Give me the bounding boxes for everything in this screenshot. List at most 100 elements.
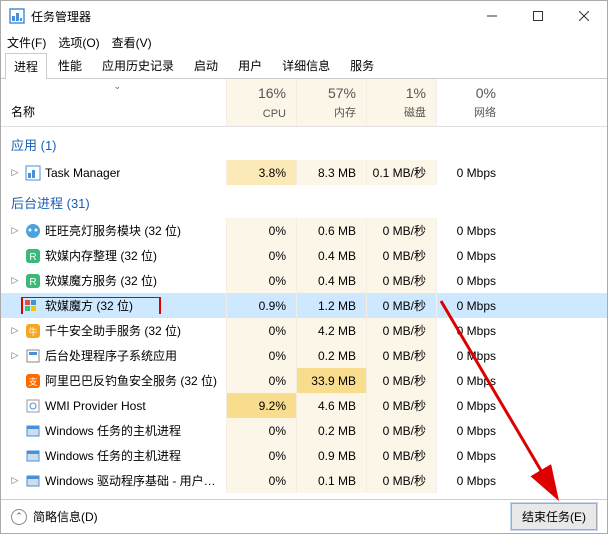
window-title: 任务管理器 (31, 8, 469, 25)
menu-view[interactable]: 查看(V) (112, 34, 152, 51)
process-row[interactable]: ▷牛千牛安全助手服务 (32 位)0%4.2 MB0 MB/秒0 Mbps (1, 318, 607, 343)
tab-services[interactable]: 服务 (341, 52, 383, 78)
expand-icon[interactable]: ▷ (9, 225, 21, 236)
network-cell: 0 Mbps (436, 418, 506, 443)
process-row[interactable]: ▷WMI Provider Host9.2%4.6 MB0 MB/秒0 Mbps (1, 393, 607, 418)
process-group-header[interactable]: 应用 (1) (1, 127, 607, 160)
memory-cell: 4.2 MB (296, 318, 366, 343)
process-name: Task Manager (45, 166, 120, 180)
process-name: 软媒魔方 (32 位) (45, 297, 133, 314)
process-row[interactable]: ▷Task Manager3.8%8.3 MB0.1 MB/秒0 Mbps (1, 160, 607, 185)
process-row[interactable]: ▷后台处理程序子系统应用0%0.2 MB0 MB/秒0 Mbps (1, 343, 607, 368)
process-name: Windows 任务的主机进程 (45, 447, 181, 464)
process-icon (25, 448, 41, 464)
process-name: 旺旺亮灯服务模块 (32 位) (45, 222, 181, 239)
process-icon (25, 348, 41, 364)
header-disk[interactable]: 1%磁盘 (366, 79, 436, 126)
network-cell: 0 Mbps (436, 268, 506, 293)
disk-cell: 0.1 MB/秒 (366, 160, 436, 185)
cpu-cell: 0% (226, 468, 296, 493)
header-network[interactable]: 0%网络 (436, 79, 506, 126)
header-cpu[interactable]: 16%CPU (226, 79, 296, 126)
tab-users[interactable]: 用户 (229, 52, 271, 78)
process-row[interactable]: ▷ Windows 驱动程序基础 - 用户… 0%0.1 MB0 MB/秒0 Mbp… (1, 468, 607, 493)
process-name-cell: ▷ 旺旺亮灯服务模块 (32 位) (1, 222, 226, 239)
tab-details[interactable]: 详细信息 (273, 52, 339, 78)
disk-cell: 0 MB/秒 (366, 268, 436, 293)
end-task-button[interactable]: 结束任务(E) (511, 503, 597, 530)
expand-icon[interactable]: ▷ (9, 475, 21, 486)
maximize-button[interactable] (515, 1, 561, 31)
process-icon: 支 (25, 373, 41, 389)
process-name-cell: ▷R软媒内存整理 (32 位) (1, 247, 226, 264)
app-icon (9, 8, 25, 24)
header-name[interactable]: ⌄ 名称 (1, 79, 226, 126)
process-name: 阿里巴巴反钓鱼安全服务 (32 位) (45, 372, 217, 389)
disk-cell: 0 MB/秒 (366, 368, 436, 393)
memory-cell: 0.9 MB (296, 443, 366, 468)
process-row[interactable]: ▷支阿里巴巴反钓鱼安全服务 (32 位)0%33.9 MB0 MB/秒0 Mbp… (1, 368, 607, 393)
memory-cell: 0.2 MB (296, 343, 366, 368)
memory-cell: 0.1 MB (296, 468, 366, 493)
header-memory[interactable]: 57%内存 (296, 79, 366, 126)
menu-file[interactable]: 文件(F) (7, 34, 46, 51)
process-name: 软媒魔方服务 (32 位) (45, 272, 157, 289)
menu-options[interactable]: 选项(O) (58, 34, 99, 51)
process-list[interactable]: 应用 (1)▷Task Manager3.8%8.3 MB0.1 MB/秒0 M… (1, 127, 607, 499)
process-name-cell: ▷后台处理程序子系统应用 (1, 347, 226, 364)
chevron-up-icon: ⌃ (11, 509, 27, 525)
process-name: 千牛安全助手服务 (32 位) (45, 322, 181, 339)
disk-cell: 0 MB/秒 (366, 293, 436, 318)
network-cell: 0 Mbps (436, 393, 506, 418)
network-cell: 0 Mbps (436, 318, 506, 343)
network-cell: 0 Mbps (436, 160, 506, 185)
disk-cell: 0 MB/秒 (366, 468, 436, 493)
process-icon (25, 298, 41, 314)
menubar: 文件(F) 选项(O) 查看(V) (1, 31, 607, 53)
process-icon: R (25, 248, 41, 264)
tab-bar: 进程 性能 应用历史记录 启动 用户 详细信息 服务 (1, 53, 607, 79)
process-row[interactable]: ▷Windows 任务的主机进程0%0.2 MB0 MB/秒0 Mbps (1, 418, 607, 443)
tab-processes[interactable]: 进程 (5, 53, 47, 79)
process-name: 软媒内存整理 (32 位) (45, 247, 157, 264)
memory-cell: 0.4 MB (296, 268, 366, 293)
process-row[interactable]: ▷R软媒内存整理 (32 位)0%0.4 MB0 MB/秒0 Mbps (1, 243, 607, 268)
network-cell: 0 Mbps (436, 343, 506, 368)
expand-icon[interactable]: ▷ (9, 350, 21, 361)
process-row[interactable]: ▷旺旺亮灯服务模块 (32 位)0%0.6 MB0 MB/秒0 Mbps (1, 218, 607, 243)
process-icon (25, 473, 41, 489)
process-group-header[interactable]: 后台进程 (31) (1, 185, 607, 218)
memory-cell: 0.4 MB (296, 243, 366, 268)
network-cell: 0 Mbps (436, 468, 506, 493)
expand-icon[interactable]: ▷ (9, 167, 21, 178)
titlebar[interactable]: 任务管理器 (1, 1, 607, 31)
tab-app-history[interactable]: 应用历史记录 (93, 52, 183, 78)
disk-cell: 0 MB/秒 (366, 443, 436, 468)
process-name-cell: ▷R软媒魔方服务 (32 位) (1, 272, 226, 289)
svg-text:R: R (29, 252, 36, 263)
expand-icon[interactable]: ▷ (9, 325, 21, 336)
process-name-cell: ▷支阿里巴巴反钓鱼安全服务 (32 位) (1, 372, 226, 389)
memory-cell: 0.2 MB (296, 418, 366, 443)
process-icon (25, 398, 41, 414)
cpu-cell: 9.2% (226, 393, 296, 418)
process-row[interactable]: ▷软媒魔方 (32 位)0.9%1.2 MB0 MB/秒0 Mbps (1, 293, 607, 318)
expand-icon[interactable]: ▷ (9, 275, 21, 286)
process-name-cell: ▷ Windows 驱动程序基础 - 用户… (1, 472, 226, 489)
process-row[interactable]: ▷Windows 任务的主机进程0%0.9 MB0 MB/秒0 Mbps (1, 443, 607, 468)
process-row[interactable]: ▷R软媒魔方服务 (32 位)0%0.4 MB0 MB/秒0 Mbps (1, 268, 607, 293)
memory-cell: 33.9 MB (296, 368, 366, 393)
minimize-button[interactable] (469, 1, 515, 31)
disk-cell: 0 MB/秒 (366, 318, 436, 343)
tab-performance[interactable]: 性能 (49, 52, 91, 78)
process-icon (25, 165, 41, 181)
network-cell: 0 Mbps (436, 243, 506, 268)
process-name-cell: ▷软媒魔方 (32 位) (1, 297, 226, 314)
tab-startup[interactable]: 启动 (185, 52, 227, 78)
fewer-details-button[interactable]: ⌃ 简略信息(D) (11, 508, 98, 525)
process-name: Windows 驱动程序基础 - 用户… (45, 472, 216, 489)
close-button[interactable] (561, 1, 607, 31)
svg-text:牛: 牛 (28, 326, 37, 337)
disk-cell: 0 MB/秒 (366, 343, 436, 368)
footer: ⌃ 简略信息(D) 结束任务(E) (1, 499, 607, 533)
